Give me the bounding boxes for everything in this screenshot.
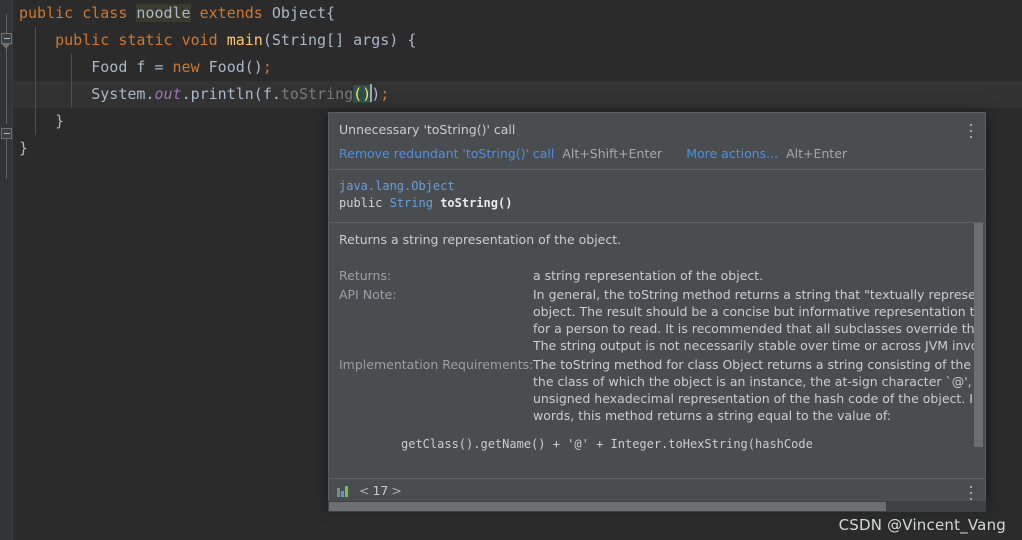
- prev-version-arrow[interactable]: <: [356, 483, 372, 498]
- code-line[interactable]: public class noodle extends Object{: [13, 0, 1022, 27]
- indent-guide: [71, 54, 72, 108]
- doc-horizontal-scrollbar-thumb[interactable]: [329, 502, 886, 511]
- popup-options-kebab-icon[interactable]: [964, 120, 978, 140]
- doc-tag-rows: Returns: a string representation of the o…: [339, 267, 975, 424]
- code-token: (String[] args) {: [262, 31, 417, 49]
- bar-chart-icon: [337, 485, 350, 497]
- jdk-version-value: 17: [372, 483, 389, 498]
- code-token: static: [118, 31, 173, 49]
- footer-options-kebab-icon[interactable]: [964, 482, 978, 501]
- doc-tag-value: In general, the toString method returns …: [533, 287, 975, 353]
- more-actions-link[interactable]: More actions...: [686, 146, 778, 161]
- doc-tag-value: a string representation of the object.: [533, 268, 764, 283]
- method-signature-block: java.lang.Object public String toString(…: [329, 170, 985, 223]
- remove-redundant-call-link[interactable]: Remove redundant 'toString()' call: [339, 146, 554, 161]
- version-selector[interactable]: <17 >: [337, 483, 977, 498]
- doc-tag-row: API Note: In general, the toString method…: [339, 286, 975, 354]
- fold-region-line: [6, 14, 7, 124]
- doc-summary: Returns a string representation of the o…: [339, 232, 622, 247]
- next-version-arrow[interactable]: >: [388, 483, 404, 498]
- code-token: }: [19, 139, 29, 157]
- code-token: class: [82, 4, 128, 22]
- inspection-title: Unnecessary 'toString()' call: [339, 122, 516, 137]
- primary-shortcut-label: Alt+Shift+Enter: [562, 146, 663, 161]
- doc-horizontal-scrollbar[interactable]: [328, 501, 986, 512]
- signature-return-type: String: [389, 196, 433, 210]
- code-token: (): [353, 85, 372, 103]
- doc-tag-label: API Note:: [339, 287, 397, 302]
- fold-tail-outer: [2, 44, 10, 49]
- popup-header: Unnecessary 'toString()' call Remove red…: [329, 113, 985, 170]
- doc-tag-row: Implementation Requirements: The toString…: [339, 356, 975, 424]
- secondary-shortcut-label: Alt+Enter: [786, 146, 848, 161]
- code-token: out: [154, 85, 182, 103]
- doc-tag-value: The toString method for class Object ret…: [533, 357, 975, 423]
- code-token: Food f =: [91, 58, 173, 76]
- code-token: main: [226, 31, 263, 49]
- fold-region-line-inner: [6, 139, 7, 179]
- code-token: new: [172, 58, 200, 76]
- method-signature-line: public String toString(): [339, 195, 975, 212]
- code-token: toString: [280, 85, 354, 103]
- code-token: }: [19, 112, 65, 130]
- declaring-class-label[interactable]: java.lang.Object: [339, 178, 975, 195]
- code-token: .println(f.: [181, 85, 281, 103]
- fold-marker-collapse-outer[interactable]: [1, 33, 12, 44]
- documentation-body[interactable]: Returns a string representation of the o…: [329, 223, 985, 478]
- screen: public class noodle extends Object{ publ…: [0, 0, 1022, 540]
- code-line[interactable]: System.out.println(f.toString());: [13, 81, 1022, 108]
- jdk-version-nav: <17 >: [356, 483, 405, 498]
- code-token: System.: [91, 85, 155, 103]
- code-line[interactable]: Food f = new Food();: [13, 54, 1022, 81]
- popup-action-bar: Remove redundant 'toString()' call Alt+Sh…: [339, 146, 973, 162]
- popup-footer: <17 >: [329, 478, 985, 501]
- doc-tag-label: Implementation Requirements:: [339, 357, 534, 372]
- doc-vertical-scrollbar-thumb[interactable]: [974, 223, 983, 447]
- code-token: public: [55, 31, 110, 49]
- code-token: Food(): [208, 58, 263, 76]
- doc-code-sample: getClass().getName() + '@' + Integer.toH…: [401, 437, 813, 451]
- code-token: Object{: [271, 4, 336, 22]
- signature-modifier: public: [339, 196, 383, 210]
- doc-tag-label: Returns:: [339, 268, 392, 283]
- code-token: public: [19, 4, 74, 22]
- code-token: extends: [199, 4, 263, 22]
- fold-marker-collapse-inner[interactable]: [1, 128, 12, 139]
- code-token: noodle: [136, 4, 191, 22]
- code-token: ;: [262, 58, 272, 76]
- code-token: ): [371, 85, 381, 103]
- intention-popup[interactable]: Unnecessary 'toString()' call Remove red…: [328, 112, 986, 502]
- code-token: void: [181, 31, 218, 49]
- editor-gutter[interactable]: [0, 0, 13, 540]
- watermark-label: CSDN @Vincent_Vang: [838, 516, 1006, 534]
- doc-vertical-scrollbar[interactable]: [974, 223, 983, 478]
- code-token: ;: [380, 85, 390, 103]
- indent-guide: [35, 27, 36, 135]
- code-line[interactable]: public static void main(String[] args) {: [13, 27, 1022, 54]
- doc-tag-row: Returns: a string representation of the o…: [339, 267, 975, 284]
- signature-method-name: toString(): [440, 196, 513, 210]
